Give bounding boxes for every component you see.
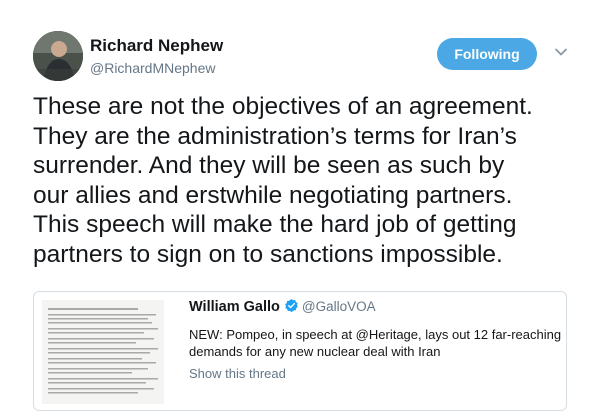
quoted-text-line: demands for any new nuclear deal with Ir… <box>189 344 441 359</box>
tweet-text-line: They are the administration’s terms for … <box>33 122 517 150</box>
chevron-down-icon[interactable] <box>553 44 569 60</box>
verified-badge-icon <box>284 298 299 318</box>
quoted-author-name[interactable]: William Gallo <box>189 299 280 315</box>
tweet-text-line: our allies and erstwhile negotiating par… <box>33 181 513 209</box>
avatar[interactable] <box>33 31 83 81</box>
quoted-author-handle[interactable]: @GalloVOA <box>302 299 376 314</box>
quoted-tweet-header: William Gallo @GalloVOA <box>189 298 376 318</box>
tweet-text-line: These are not the objectives of an agree… <box>33 93 533 120</box>
quoted-tweet[interactable]: William Gallo @GalloVOA NEW: Pompeo, in s… <box>33 291 567 411</box>
author-handle[interactable]: @RichardMNephew <box>90 60 215 76</box>
author-name[interactable]: Richard Nephew <box>90 36 223 56</box>
quoted-tweet-text: NEW: Pompeo, in speech at @Heritage, lay… <box>189 326 562 360</box>
tweet-text-line: This speech will make the hard job of ge… <box>33 211 517 238</box>
tweet-card: Richard Nephew @RichardMNephew Following… <box>0 0 600 418</box>
show-thread-link[interactable]: Show this thread <box>189 366 286 381</box>
tweet-text: These are not the objectives of an agree… <box>33 92 593 269</box>
quoted-text-line: NEW: Pompeo, in speech at @Heritage, lay… <box>189 327 562 342</box>
tweet-text-line: surrender. And they will be seen as such… <box>33 152 505 179</box>
following-button[interactable]: Following <box>437 38 537 70</box>
quoted-tweet-image[interactable] <box>42 300 164 404</box>
tweet-text-line: partners to sign on to sanctions impossi… <box>33 240 503 268</box>
